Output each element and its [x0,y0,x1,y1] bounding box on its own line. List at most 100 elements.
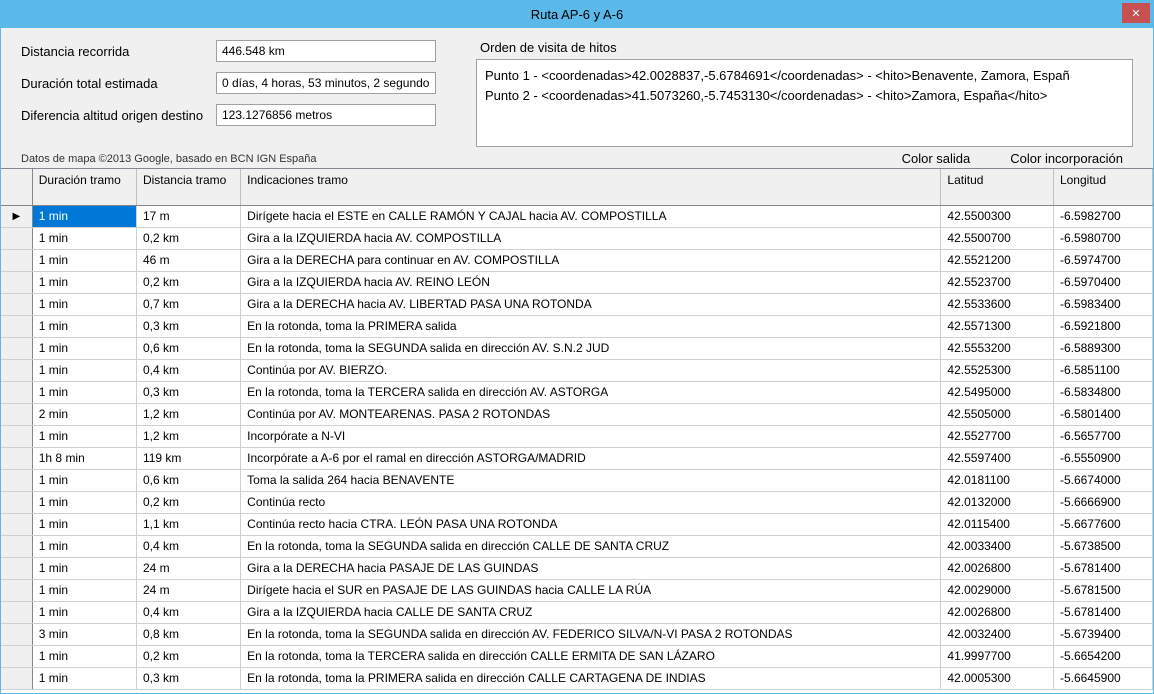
cell-dur[interactable]: 1 min [32,205,136,227]
cell-dur[interactable]: 1 min [32,337,136,359]
cell-lat[interactable]: 42.0033400 [941,535,1054,557]
cell-lon[interactable]: -6.5851100 [1053,359,1152,381]
cell-lat[interactable]: 42.5553200 [941,337,1054,359]
cell-dur[interactable]: 1 min [32,227,136,249]
cell-lon[interactable]: -6.5970400 [1053,271,1152,293]
table-row[interactable]: 1 min0,2 kmGira a la IZQUIERDA hacia AV.… [1,271,1153,293]
table-row[interactable]: 1h 8 min119 kmIncorpórate a A-6 por el r… [1,447,1153,469]
cell-lon[interactable]: -5.6654200 [1053,645,1152,667]
cell-dist[interactable]: 1,1 km [136,513,240,535]
orden-textbox[interactable]: Punto 1 - <coordenadas>42.0028837,-5.678… [476,59,1133,147]
table-row[interactable]: 1 min0,4 kmGira a la IZQUIERDA hacia CAL… [1,601,1153,623]
table-row[interactable]: 2 min1,2 kmContinúa por AV. MONTEARENAS.… [1,403,1153,425]
cell-dist[interactable]: 0,6 km [136,337,240,359]
cell-ind[interactable]: Continúa recto hacia CTRA. LEÓN PASA UNA… [241,513,941,535]
cell-ind[interactable]: Continúa por AV. MONTEARENAS. PASA 2 ROT… [241,403,941,425]
cell-ind[interactable]: Gira a la DERECHA para continuar en AV. … [241,249,941,271]
cell-lat[interactable]: 42.0115400 [941,513,1054,535]
cell-ind[interactable]: En la rotonda, toma la SEGUNDA salida en… [241,535,941,557]
cell-dist[interactable]: 1,2 km [136,425,240,447]
table-row[interactable]: 3 min0,8 kmEn la rotonda, toma la SEGUND… [1,623,1153,645]
col-latitud[interactable]: Latitud [941,169,1054,205]
cell-lon[interactable]: -6.5974700 [1053,249,1152,271]
table-row[interactable]: 1 min24 mDirígete hacia el SUR en PASAJE… [1,579,1153,601]
cell-lon[interactable]: -5.6781400 [1053,557,1152,579]
cell-lon[interactable]: -5.6739400 [1053,623,1152,645]
cell-dist[interactable]: 0,2 km [136,271,240,293]
table-row[interactable]: 1 min0,7 kmGira a la DERECHA hacia AV. L… [1,293,1153,315]
cell-ind[interactable]: En la rotonda, toma la PRIMERA salida [241,315,941,337]
cell-ind[interactable]: Continúa recto [241,491,941,513]
cell-dist[interactable]: 0,2 km [136,491,240,513]
cell-ind[interactable]: En la rotonda, toma la PRIMERA salida en… [241,667,941,689]
cell-lat[interactable]: 42.5500700 [941,227,1054,249]
cell-dur[interactable]: 1 min [32,579,136,601]
grid-scroll[interactable]: Duración tramo Distancia tramo Indicacio… [1,169,1153,693]
cell-dist[interactable]: 0,4 km [136,601,240,623]
close-button[interactable]: ✕ [1122,3,1150,23]
cell-lat[interactable]: 42.5500300 [941,205,1054,227]
cell-dur[interactable]: 1 min [32,513,136,535]
cell-dist[interactable]: 0,2 km [136,227,240,249]
duracion-input[interactable] [216,72,436,94]
cell-ind[interactable]: En la rotonda, toma la SEGUNDA salida en… [241,623,941,645]
table-row[interactable]: 1 min24 mGira a la DERECHA hacia PASAJE … [1,557,1153,579]
cell-lon[interactable]: -6.5983400 [1053,293,1152,315]
cell-ind[interactable]: Toma la salida 264 hacia BENAVENTE [241,469,941,491]
cell-dur[interactable]: 1 min [32,667,136,689]
cell-dist[interactable]: 17 m [136,205,240,227]
cell-dur[interactable]: 1 min [32,359,136,381]
cell-dur[interactable]: 1 min [32,381,136,403]
cell-lon[interactable]: -6.5834800 [1053,381,1152,403]
cell-dist[interactable]: 0,3 km [136,667,240,689]
col-indicaciones[interactable]: Indicaciones tramo [241,169,941,205]
cell-dist[interactable]: 46 m [136,249,240,271]
cell-lon[interactable]: -6.5889300 [1053,337,1152,359]
cell-lat[interactable]: 42.5495000 [941,381,1054,403]
color-salida-link[interactable]: Color salida [902,151,971,166]
cell-lat[interactable]: 42.0132000 [941,491,1054,513]
col-longitud[interactable]: Longitud [1053,169,1152,205]
table-row[interactable]: 1 min0,3 kmEn la rotonda, toma la PRIMER… [1,667,1153,689]
cell-dur[interactable]: 1 min [32,271,136,293]
cell-ind[interactable]: En la rotonda, toma la SEGUNDA salida en… [241,337,941,359]
cell-ind[interactable]: Gira a la DERECHA hacia AV. LIBERTAD PAS… [241,293,941,315]
cell-lon[interactable]: -6.5657700 [1053,425,1152,447]
cell-lat[interactable]: 42.0026800 [941,601,1054,623]
cell-lat[interactable]: 42.5527700 [941,425,1054,447]
cell-lon[interactable]: -6.5801400 [1053,403,1152,425]
cell-lat[interactable]: 42.0181100 [941,469,1054,491]
cell-lon[interactable]: -6.5982700 [1053,205,1152,227]
cell-ind[interactable]: Gira a la IZQUIERDA hacia CALLE DE SANTA… [241,601,941,623]
cell-ind[interactable]: Gira a la IZQUIERDA hacia AV. COMPOSTILL… [241,227,941,249]
cell-dur[interactable]: 1 min [32,425,136,447]
cell-lon[interactable]: -5.6666900 [1053,491,1152,513]
cell-dist[interactable]: 0,3 km [136,381,240,403]
cell-lon[interactable]: -5.6738500 [1053,535,1152,557]
table-row[interactable]: 1 min0,6 kmEn la rotonda, toma la SEGUND… [1,337,1153,359]
cell-dist[interactable]: 119 km [136,447,240,469]
route-table[interactable]: Duración tramo Distancia tramo Indicacio… [1,169,1153,690]
table-row[interactable]: 1 min0,2 kmContinúa recto42.0132000-5.66… [1,491,1153,513]
cell-ind[interactable]: Dirígete hacia el SUR en PASAJE DE LAS G… [241,579,941,601]
cell-ind[interactable]: Dirígete hacia el ESTE en CALLE RAMÓN Y … [241,205,941,227]
cell-lat[interactable]: 42.0026800 [941,557,1054,579]
cell-lon[interactable]: -6.5921800 [1053,315,1152,337]
table-row[interactable]: ▶1 min17 mDirígete hacia el ESTE en CALL… [1,205,1153,227]
cell-dur[interactable]: 1 min [32,469,136,491]
cell-lat[interactable]: 42.0032400 [941,623,1054,645]
distancia-input[interactable] [216,40,436,62]
cell-lon[interactable]: -5.6645900 [1053,667,1152,689]
cell-dur[interactable]: 1 min [32,293,136,315]
table-row[interactable]: 1 min1,1 kmContinúa recto hacia CTRA. LE… [1,513,1153,535]
cell-dist[interactable]: 24 m [136,579,240,601]
cell-ind[interactable]: Incorpórate a A-6 por el ramal en direcc… [241,447,941,469]
cell-lat[interactable]: 42.5505000 [941,403,1054,425]
cell-ind[interactable]: Continúa por AV. BIERZO. [241,359,941,381]
table-row[interactable]: 1 min0,2 kmEn la rotonda, toma la TERCER… [1,645,1153,667]
table-row[interactable]: 1 min0,2 kmGira a la IZQUIERDA hacia AV.… [1,227,1153,249]
cell-ind[interactable]: Gira a la IZQUIERDA hacia AV. REINO LEÓN [241,271,941,293]
color-incorporacion-link[interactable]: Color incorporación [1010,151,1123,166]
cell-dist[interactable]: 0,2 km [136,645,240,667]
cell-lon[interactable]: -6.5550900 [1053,447,1152,469]
